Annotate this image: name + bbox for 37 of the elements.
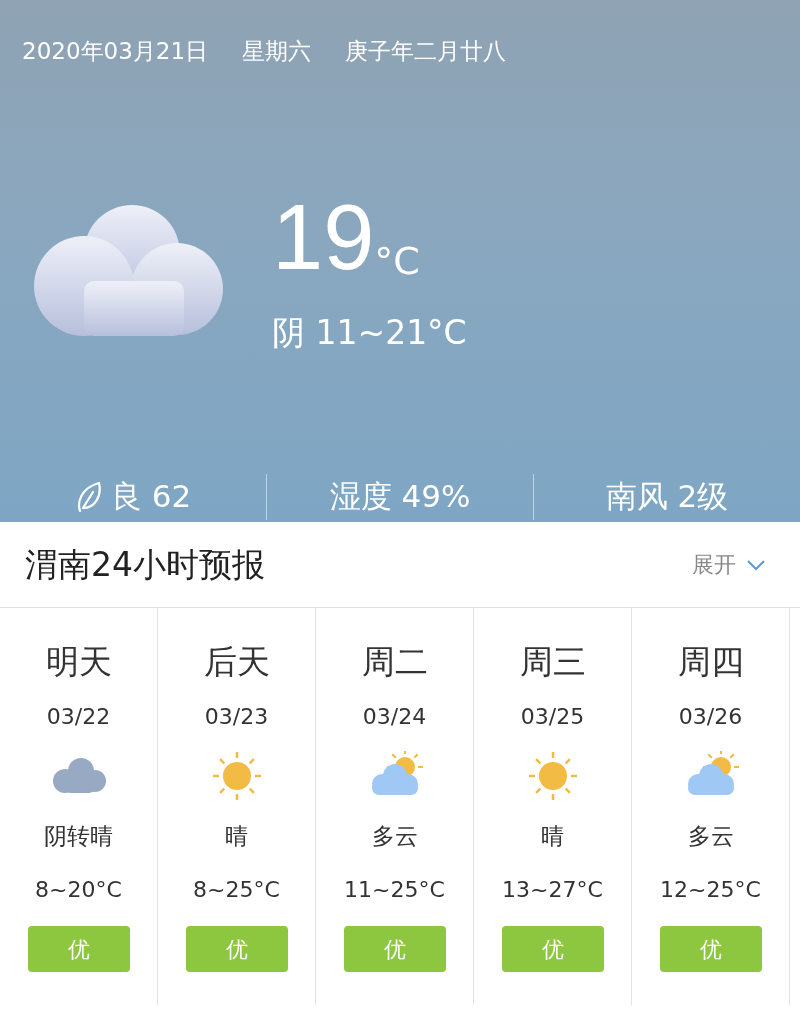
- air-quality-badge[interactable]: 优: [343, 926, 446, 973]
- weather-label: 阴转晴: [44, 821, 113, 851]
- temperature-range: 11~25°C: [344, 876, 445, 905]
- date-label: 03/22: [46, 702, 111, 731]
- day-label: 明天: [45, 642, 112, 682]
- temperature-text: 19: [272, 190, 375, 290]
- weather-summary: 阴 11~21°C: [272, 311, 467, 354]
- date-label: 03/26: [678, 702, 743, 731]
- weekday-text: 星期六: [242, 37, 312, 66]
- day-label: 周四: [677, 642, 744, 682]
- air-quality-badge[interactable]: 优: [27, 926, 130, 973]
- weather-label: 多云: [687, 821, 734, 851]
- day-label: 后天: [203, 642, 270, 682]
- chevron-down-icon: [746, 558, 766, 571]
- weather-label: 晴: [541, 821, 564, 851]
- lunar-date-text: 庚子年二月廿八: [345, 37, 507, 66]
- weather-label: 晴: [225, 821, 248, 851]
- forecast-title: 渭南24小时预报: [25, 543, 265, 586]
- temperature-range: 8~25°C: [193, 876, 280, 905]
- weather-stat: 湿度 49%: [329, 477, 471, 517]
- weather-stat: 良 62: [110, 477, 192, 517]
- temperature-range: 8~20°C: [35, 876, 122, 905]
- air-quality-badge[interactable]: 优: [185, 926, 288, 973]
- day-label: 周二: [361, 642, 428, 682]
- temperature-range: 12~25°C: [660, 876, 761, 905]
- date-label: 03/24: [362, 702, 427, 731]
- date-label: 03/25: [520, 702, 585, 731]
- weather-stat: 南风 2级: [605, 477, 729, 517]
- expand-link[interactable]: 展开: [692, 548, 736, 581]
- day-label: 周三: [519, 642, 586, 682]
- air-quality-badge[interactable]: 优: [659, 926, 762, 973]
- temperature-range: 13~27°C: [502, 876, 603, 905]
- air-quality-badge[interactable]: 优: [501, 926, 604, 973]
- unit-text: °C: [374, 237, 420, 285]
- date-label: 03/23: [204, 702, 269, 731]
- date-text: 2020年03月21日: [22, 37, 209, 66]
- weather-label: 多云: [371, 821, 418, 851]
